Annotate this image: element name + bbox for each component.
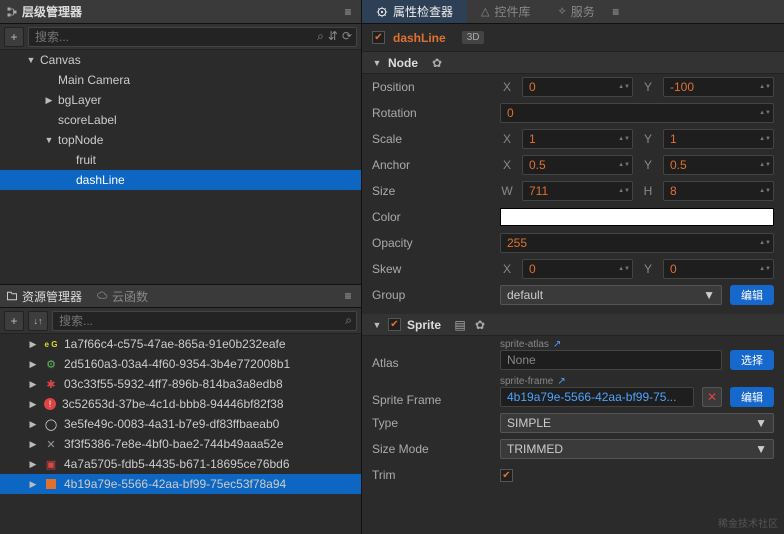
- type-select[interactable]: SIMPLE▼: [500, 413, 774, 433]
- asset-item[interactable]: ▶▣4a7a5705-fdb5-4435-b671-18695ce76bd6: [0, 454, 361, 474]
- refresh-icon[interactable]: ⟳: [342, 29, 352, 44]
- size-w-input[interactable]: 711▲▼: [522, 181, 633, 201]
- inspector-menu-icon[interactable]: ≡: [609, 5, 623, 19]
- atlas-value[interactable]: None: [500, 350, 722, 370]
- section-toggle-icon[interactable]: ▼: [372, 58, 382, 68]
- label-position: Position: [372, 80, 492, 94]
- label-skew: Skew: [372, 262, 492, 276]
- sort-asset-button[interactable]: ↓↑: [28, 311, 48, 331]
- label-size: Size: [372, 184, 492, 198]
- hierarchy-panel-title: 层级管理器: [6, 3, 82, 20]
- group-select[interactable]: default▼: [500, 285, 722, 305]
- section-toggle-icon[interactable]: ▼: [372, 320, 382, 330]
- size-h-input[interactable]: 8▲▼: [663, 181, 774, 201]
- hierarchy-search-input[interactable]: ⌕ ⇵ ⟳: [28, 27, 357, 47]
- hierarchy-item[interactable]: fruit: [0, 150, 361, 170]
- label-color: Color: [372, 210, 492, 224]
- skew-y-input[interactable]: 0▲▼: [663, 259, 774, 279]
- group-edit-button[interactable]: 编辑: [730, 285, 774, 305]
- label-scale: Scale: [372, 132, 492, 146]
- asset-item[interactable]: ▶4b19a79e-5566-42aa-bf99-75ec53f78a94: [0, 474, 361, 494]
- position-y-input[interactable]: -100▲▼: [663, 77, 774, 97]
- node-name: dashLine: [393, 31, 446, 45]
- section-sprite-title: Sprite: [407, 318, 441, 332]
- skew-x-input[interactable]: 0▲▼: [522, 259, 633, 279]
- gear-icon[interactable]: ✿: [473, 318, 487, 332]
- book-icon[interactable]: ▤: [453, 318, 467, 332]
- collapse-icon[interactable]: ⇵: [328, 29, 338, 44]
- add-node-button[interactable]: +: [4, 27, 24, 47]
- hierarchy-item[interactable]: dashLine: [0, 170, 361, 190]
- label-rotation: Rotation: [372, 106, 492, 120]
- asset-item[interactable]: ▶⚙2d5160a3-03a4-4f60-9354-3b4e772008b1: [0, 354, 361, 374]
- hierarchy-item[interactable]: ▶bgLayer: [0, 90, 361, 110]
- gear-icon[interactable]: ✿: [430, 56, 444, 70]
- asset-item[interactable]: ▶◯3e5fe49c-0083-4a31-b7e9-df83ffbaeab0: [0, 414, 361, 434]
- spriteframe-clear-button[interactable]: ✕: [702, 387, 722, 407]
- label-trim: Trim: [372, 468, 492, 482]
- tab-cloudfn[interactable]: 云函数: [96, 288, 148, 305]
- label-anchor: Anchor: [372, 158, 492, 172]
- node-enabled-checkbox[interactable]: ✔: [372, 31, 385, 44]
- atlas-header: sprite-atlas↗: [500, 339, 722, 350]
- spriteframe-edit-button[interactable]: 编辑: [730, 387, 774, 407]
- label-sizemode: Size Mode: [372, 442, 492, 456]
- add-asset-button[interactable]: +: [4, 311, 24, 331]
- label-opacity: Opacity: [372, 236, 492, 250]
- hierarchy-item[interactable]: ▼Canvas: [0, 50, 361, 70]
- scale-y-input[interactable]: 1▲▼: [663, 129, 774, 149]
- hierarchy-item[interactable]: Main Camera: [0, 70, 361, 90]
- badge-3d[interactable]: 3D: [462, 31, 485, 44]
- sizemode-select[interactable]: TRIMMED▼: [500, 439, 774, 459]
- asset-item[interactable]: ▶e G1a7f66c4-c575-47ae-865a-91e0b232eafe: [0, 334, 361, 354]
- tab-inspector[interactable]: 属性检查器: [362, 0, 467, 23]
- watermark: 稀金技术社区: [718, 515, 778, 530]
- sprite-enabled-checkbox[interactable]: ✔: [388, 318, 401, 331]
- search-icon[interactable]: ⌕: [345, 313, 352, 328]
- hierarchy-item[interactable]: ▼topNode: [0, 130, 361, 150]
- position-x-input[interactable]: 0▲▼: [522, 77, 633, 97]
- spriteframe-header: sprite-frame↗: [500, 376, 694, 387]
- tab-assets[interactable]: 资源管理器: [6, 288, 82, 305]
- rotation-input[interactable]: 0▲▼: [500, 103, 774, 123]
- tab-widgets[interactable]: △控件库: [467, 0, 544, 23]
- section-node-title: Node: [388, 56, 418, 70]
- panel-menu-icon[interactable]: ≡: [341, 5, 355, 19]
- anchor-y-input[interactable]: 0.5▲▼: [663, 155, 774, 175]
- hierarchy-item[interactable]: scoreLabel: [0, 110, 361, 130]
- search-icon[interactable]: ⌕: [317, 29, 324, 44]
- scale-x-input[interactable]: 1▲▼: [522, 129, 633, 149]
- asset-item[interactable]: ▶!3c52653d-37be-4c1d-bbb8-94446bf82f38: [0, 394, 361, 414]
- assets-search-input[interactable]: ⌕: [52, 311, 357, 331]
- spriteframe-value[interactable]: 4b19a79e-5566-42aa-bf99-75...: [500, 387, 694, 407]
- trim-checkbox[interactable]: ✔: [500, 469, 513, 482]
- atlas-select-button[interactable]: 选择: [730, 350, 774, 370]
- anchor-x-input[interactable]: 0.5▲▼: [522, 155, 633, 175]
- asset-item[interactable]: ▶✕3f3f5386-7e8e-4bf0-bae2-744b49aaa52e: [0, 434, 361, 454]
- label-group: Group: [372, 288, 492, 302]
- tab-services[interactable]: ⟡服务: [545, 0, 609, 23]
- asset-item[interactable]: ▶✱03c33f55-5932-4ff7-896b-814ba3a8edb8: [0, 374, 361, 394]
- assets-menu-icon[interactable]: ≡: [341, 289, 355, 303]
- label-type: Type: [372, 416, 492, 430]
- label-spriteframe: Sprite Frame: [372, 393, 492, 407]
- color-picker[interactable]: [500, 208, 774, 226]
- opacity-input[interactable]: 255▲▼: [500, 233, 774, 253]
- label-atlas: Atlas: [372, 356, 492, 370]
